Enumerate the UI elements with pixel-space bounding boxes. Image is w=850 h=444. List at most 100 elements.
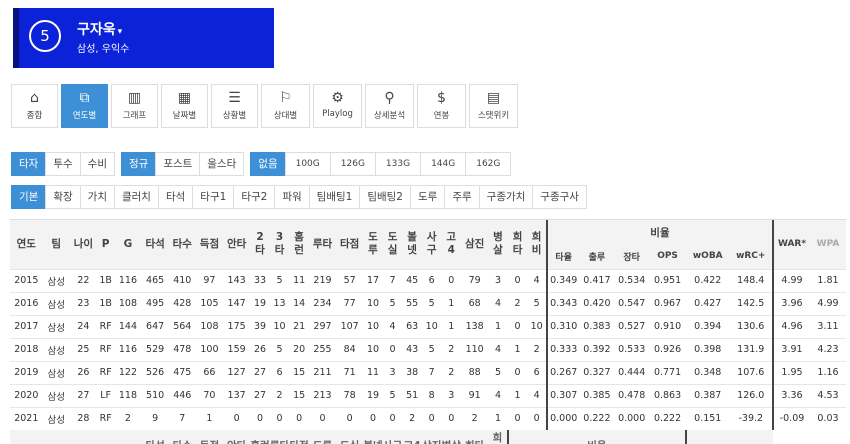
games-option[interactable]: 없음	[250, 152, 285, 176]
tool-label: 스탯위키	[477, 111, 510, 121]
table-cell: 삼성	[42, 383, 70, 407]
table-row: 2016 삼성 23 1B 108 495 428 105 147 19 13 14 234 77 10 5 5…	[10, 291, 846, 315]
table-cell: 0.307	[545, 383, 580, 407]
column-header[interactable]: OPS	[649, 244, 687, 269]
tabs-option[interactable]: 구종구사	[532, 185, 587, 209]
column-header[interactable]: 타수	[168, 220, 196, 269]
column-header[interactable]: 도루	[363, 220, 383, 269]
column-header[interactable]: 타석	[141, 220, 169, 269]
table-cell: 0.383	[579, 314, 615, 338]
tool-flag[interactable]: ⚐ 상대별	[261, 84, 310, 128]
column-header[interactable]: 홈런	[289, 220, 309, 269]
games-option[interactable]: 162G	[465, 152, 512, 176]
table-cell: 1	[507, 337, 528, 361]
column-header[interactable]: 득점	[195, 220, 224, 269]
tabs-option[interactable]: 타석	[157, 185, 193, 209]
season-type-segment: 정규 포스트 올스타	[120, 152, 245, 176]
table-cell: 529	[141, 337, 169, 361]
column-header[interactable]: 2타	[250, 220, 270, 269]
column-header: 타석	[141, 430, 169, 444]
table-cell: 4	[488, 337, 508, 361]
tool-list[interactable]: ☰ 상황별	[211, 84, 258, 128]
table-cell: 0.427	[686, 291, 730, 315]
tabs-option[interactable]: 도루	[410, 185, 445, 209]
tabs-option[interactable]: 팀배팅2	[359, 185, 410, 209]
tabs-option[interactable]: 구종가치	[478, 185, 533, 209]
column-header[interactable]: 출루	[579, 244, 615, 269]
column-header[interactable]: 사구	[421, 220, 442, 269]
table-cell: 410	[168, 268, 196, 292]
column-header[interactable]: 삼진	[461, 220, 489, 269]
tool-newspaper[interactable]: ▤ 스탯위키	[469, 84, 518, 128]
player-card[interactable]: 5 구자욱 ▾ 삼성, 우익수	[13, 8, 274, 68]
tabs-option[interactable]: 파워	[274, 185, 309, 209]
column-header[interactable]: P	[96, 220, 115, 269]
table-cell: 107	[336, 314, 364, 338]
tabs-option[interactable]: 팀배팅1	[308, 185, 360, 209]
column-header[interactable]: WPA	[809, 220, 846, 269]
column-header[interactable]: 나이	[69, 220, 97, 269]
table-cell: 116	[114, 268, 142, 292]
table-cell: 130.6	[729, 314, 774, 338]
column-header[interactable]: wOBA	[686, 244, 730, 269]
column-header[interactable]: 병살	[488, 220, 508, 269]
games-option[interactable]: 144G	[420, 152, 466, 176]
season-option[interactable]: 정규	[120, 152, 156, 176]
tabs-option[interactable]: 기본	[11, 185, 46, 209]
table-cell: 213	[308, 383, 337, 407]
column-header: 도루	[308, 430, 337, 444]
tool-copy[interactable]: ⧉ 연도별	[61, 84, 108, 128]
tool-search[interactable]: ⚲ 상세분석	[365, 84, 414, 128]
tabs-option[interactable]: 가치	[79, 185, 114, 209]
type-option[interactable]: 타자	[11, 152, 46, 176]
column-header: 루타	[269, 430, 290, 444]
column-header[interactable]: 장타	[614, 244, 650, 269]
games-option[interactable]: 133G	[374, 152, 421, 176]
column-header[interactable]: 타율	[545, 244, 580, 269]
column-header[interactable]: 희타	[507, 220, 528, 269]
table-cell: RF	[96, 314, 115, 338]
tabs-option[interactable]: 클러치	[113, 185, 158, 209]
tabs-option[interactable]: 타구1	[192, 185, 234, 209]
column-header[interactable]: 연도	[10, 220, 43, 269]
table-cell: 0	[507, 406, 528, 430]
table-cell: 4	[527, 383, 547, 407]
season-option[interactable]: 올스타	[199, 152, 245, 176]
table-cell: 0.385	[579, 383, 615, 407]
table-cell: 0.863	[649, 383, 687, 407]
column-header[interactable]: wRC+	[729, 244, 774, 269]
table-cell: 2	[461, 406, 489, 430]
column-header[interactable]: 희비	[527, 220, 547, 269]
tool-home[interactable]: ⌂ 종합	[11, 84, 58, 128]
table-cell: 38	[402, 360, 422, 384]
column-header[interactable]: 루타	[308, 220, 337, 269]
table-cell: 10	[363, 337, 383, 361]
tool-calendar[interactable]: ▦ 날짜별	[161, 84, 208, 128]
tabs-option[interactable]: 주루	[444, 185, 479, 209]
column-header[interactable]: 안타	[223, 220, 251, 269]
table-cell: 144	[114, 314, 142, 338]
type-option[interactable]: 투수	[45, 152, 80, 176]
column-header[interactable]: 볼넷	[402, 220, 422, 269]
column-header[interactable]: 도실	[382, 220, 403, 269]
table-cell: RF	[96, 360, 115, 384]
type-option[interactable]: 수비	[79, 152, 115, 176]
season-option[interactable]: 포스트	[155, 152, 200, 176]
column-header[interactable]: 고4	[441, 220, 462, 269]
column-header[interactable]: 타점	[336, 220, 364, 269]
column-header[interactable]: G	[114, 220, 142, 269]
column-header[interactable]: WAR*	[772, 220, 810, 269]
games-option[interactable]: 126G	[329, 152, 375, 176]
player-name[interactable]: 구자욱 ▾	[77, 19, 122, 39]
tabs-option[interactable]: 타구2	[233, 185, 275, 209]
tool-bar-chart[interactable]: ▥ 그래프	[111, 84, 158, 128]
column-header[interactable]: 팀	[42, 220, 70, 269]
tool-money[interactable]: $ 연봉	[417, 84, 466, 128]
games-option[interactable]: 100G	[284, 152, 330, 176]
tabs-option[interactable]: 확장	[45, 185, 80, 209]
table-cell: 0.343	[545, 291, 580, 315]
table-cell: 116	[114, 337, 142, 361]
column-header: 비율	[506, 430, 687, 444]
column-header[interactable]: 3타	[269, 220, 290, 269]
tool-cogs[interactable]: ⚙ Playlog	[313, 84, 362, 128]
